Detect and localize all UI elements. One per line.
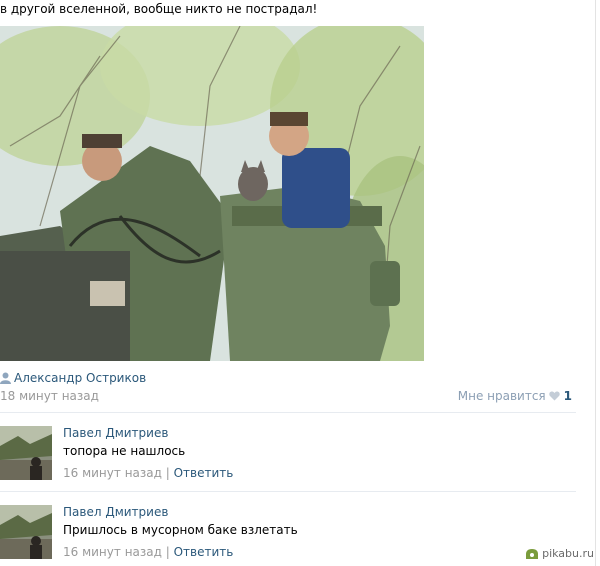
avatar[interactable] (0, 426, 52, 480)
comment-item: Павел Дмитриев Пришлось в мусорном баке … (0, 505, 560, 565)
comment-author-link[interactable]: Павел Дмитриев (63, 426, 168, 440)
post-timestamp[interactable]: 18 минут назад (0, 389, 99, 403)
scrollbar-track[interactable] (595, 0, 596, 566)
comment-meta: 16 минут назад | Ответить (63, 545, 234, 559)
heart-icon (548, 391, 560, 401)
like-label: Мне нравится (457, 389, 546, 403)
like-count: 1 (563, 389, 572, 403)
comment-timestamp[interactable]: 16 минут назад (63, 545, 162, 559)
post-text: в другой вселенной, вообще никто не пост… (0, 2, 318, 16)
comment-text: Пришлось в мусорном баке взлетать (63, 523, 298, 537)
avatar-image (0, 426, 52, 480)
pikabu-logo-icon (526, 548, 539, 559)
comment-text: топора не нашлось (63, 444, 186, 458)
comment-item: Павел Дмитриев топора не нашлось 16 мину… (0, 426, 560, 486)
watermark: pikabu.ru (525, 547, 594, 560)
post-author-link[interactable]: Александр Остриков (14, 371, 146, 385)
post-author-line: Александр Остриков (0, 371, 146, 385)
comment-author-link[interactable]: Павел Дмитриев (63, 505, 168, 519)
avatar-image (0, 505, 52, 559)
reply-link[interactable]: Ответить (174, 466, 234, 480)
like-button[interactable]: Мне нравится 1 (458, 389, 572, 403)
photo-rescue-scene (0, 26, 424, 361)
avatar[interactable] (0, 505, 52, 559)
post-photo[interactable] (0, 26, 424, 361)
divider (0, 412, 576, 413)
divider (0, 491, 576, 492)
comment-meta: 16 минут назад | Ответить (63, 466, 234, 480)
comment-timestamp[interactable]: 16 минут назад (63, 466, 162, 480)
person-icon (0, 372, 11, 384)
watermark-text: pikabu.ru (542, 547, 594, 560)
reply-link[interactable]: Ответить (174, 545, 234, 559)
